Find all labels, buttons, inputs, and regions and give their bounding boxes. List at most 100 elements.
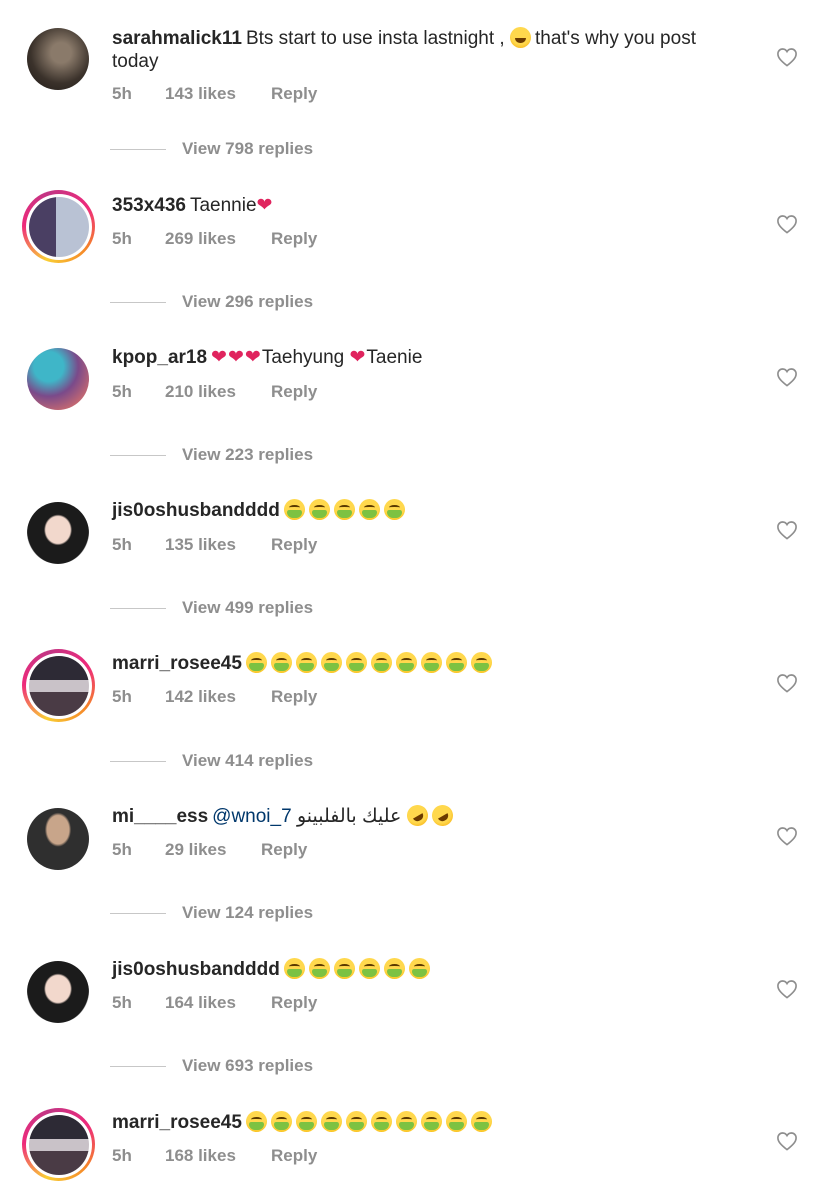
red-heart-emoji-icon: ❤	[244, 346, 261, 368]
comment-username[interactable]: sarahmalick11	[112, 28, 242, 49]
comment-meta: 5h 135 likes Reply	[112, 535, 317, 555]
comment-username[interactable]: marri_rosee45	[112, 653, 242, 674]
divider	[110, 454, 166, 456]
comment-likes[interactable]: 29 likes	[165, 840, 261, 860]
comment-username[interactable]: mi____ess	[112, 806, 208, 827]
view-replies-button[interactable]: View 223 replies	[110, 445, 313, 465]
heart-outline-icon[interactable]	[776, 1131, 798, 1151]
nauseated-face-emoji-icon	[270, 652, 292, 673]
reply-button[interactable]: Reply	[271, 993, 317, 1013]
nauseated-face-emoji-icon	[470, 652, 492, 673]
view-replies-label[interactable]: View 499 replies	[182, 598, 313, 618]
divider	[110, 148, 166, 150]
comment-username[interactable]: 353x436	[112, 195, 186, 216]
nauseated-face-emoji-icon	[308, 958, 330, 979]
nauseated-face-emoji-icon	[320, 1111, 342, 1132]
comment-likes[interactable]: 143 likes	[165, 84, 271, 104]
comment-meta: 5h 143 likes Reply	[112, 84, 317, 104]
avatar[interactable]	[22, 1108, 95, 1181]
divider	[110, 760, 166, 762]
heart-outline-icon[interactable]	[776, 214, 798, 234]
avatar[interactable]	[27, 348, 89, 410]
nauseated-face-emoji-icon	[358, 499, 380, 520]
red-heart-emoji-icon: ❤	[256, 194, 273, 216]
comment-time: 5h	[112, 1146, 132, 1165]
red-heart-emoji-icon: ❤	[349, 346, 366, 368]
avatar[interactable]	[27, 502, 89, 564]
comment-likes[interactable]: 269 likes	[165, 229, 271, 249]
view-replies-label[interactable]: View 124 replies	[182, 903, 313, 923]
comment-text: Taennie	[189, 195, 257, 216]
view-replies-button[interactable]: View 693 replies	[110, 1056, 313, 1076]
avatar[interactable]	[27, 808, 89, 870]
comment-meta: 5h 142 likes Reply	[112, 687, 317, 707]
comment-text: Bts start to use insta lastnight ,	[245, 28, 505, 49]
comment-meta: 5h 168 likes Reply	[112, 1146, 317, 1166]
nauseated-face-emoji-icon	[420, 1111, 442, 1132]
reply-button[interactable]: Reply	[271, 229, 317, 249]
nauseated-face-emoji-icon	[333, 958, 355, 979]
comment-meta: 5h 164 likes Reply	[112, 993, 317, 1013]
nauseated-face-emoji-icon	[333, 499, 355, 520]
reply-button[interactable]: Reply	[271, 1146, 317, 1166]
view-replies-label[interactable]: View 223 replies	[182, 445, 313, 465]
heart-outline-icon[interactable]	[776, 979, 798, 999]
reply-button[interactable]: Reply	[271, 382, 317, 402]
view-replies-button[interactable]: View 798 replies	[110, 139, 313, 159]
comment-username[interactable]: marri_rosee45	[112, 1112, 242, 1133]
reply-button[interactable]: Reply	[271, 687, 317, 707]
comment-time: 5h	[112, 84, 132, 103]
reply-button[interactable]: Reply	[261, 840, 307, 860]
avatar[interactable]	[27, 961, 89, 1023]
avatar[interactable]	[22, 649, 95, 722]
nauseated-face-emoji-icon	[283, 499, 305, 520]
view-replies-button[interactable]: View 414 replies	[110, 751, 313, 771]
view-replies-button[interactable]: View 296 replies	[110, 292, 313, 312]
nauseated-face-emoji-icon	[270, 1111, 292, 1132]
view-replies-button[interactable]: View 499 replies	[110, 598, 313, 618]
comment-time: 5h	[112, 840, 132, 859]
comment-time: 5h	[112, 535, 132, 554]
comment-likes[interactable]: 142 likes	[165, 687, 271, 707]
comment-text: today	[112, 51, 159, 72]
mention-link[interactable]: @wnoi_7	[212, 806, 292, 827]
reply-button[interactable]: Reply	[271, 84, 317, 104]
heart-outline-icon[interactable]	[776, 367, 798, 387]
avatar[interactable]	[22, 190, 95, 263]
divider	[110, 912, 166, 914]
nauseated-face-emoji-icon	[345, 652, 367, 673]
rolling-laughing-emoji-icon	[402, 801, 432, 830]
comment-time: 5h	[112, 382, 132, 401]
comment-time: 5h	[112, 229, 132, 248]
nauseated-face-emoji-icon	[420, 652, 442, 673]
view-replies-label[interactable]: View 693 replies	[182, 1056, 313, 1076]
comment-likes[interactable]: 168 likes	[165, 1146, 271, 1166]
avatar[interactable]	[27, 28, 89, 90]
nauseated-face-emoji-icon	[408, 958, 430, 979]
nauseated-face-emoji-icon	[345, 1111, 367, 1132]
comment-username[interactable]: kpop_ar18	[112, 347, 207, 368]
comment-likes[interactable]: 164 likes	[165, 993, 271, 1013]
comment-likes[interactable]: 135 likes	[165, 535, 271, 555]
comment-text: Taehyung	[261, 347, 345, 368]
nauseated-face-emoji-icon	[308, 499, 330, 520]
heart-outline-icon[interactable]	[776, 826, 798, 846]
comment-time: 5h	[112, 687, 132, 706]
view-replies-label[interactable]: View 798 replies	[182, 139, 313, 159]
heart-outline-icon[interactable]	[776, 47, 798, 67]
heart-outline-icon[interactable]	[776, 673, 798, 693]
view-replies-label[interactable]: View 414 replies	[182, 751, 313, 771]
view-replies-button[interactable]: View 124 replies	[110, 903, 313, 923]
nauseated-face-emoji-icon	[395, 652, 417, 673]
reply-button[interactable]: Reply	[271, 535, 317, 555]
comment-username[interactable]: jis0oshusbandddd	[112, 500, 280, 521]
comment-time: 5h	[112, 993, 132, 1012]
comment-username[interactable]: jis0oshusbandddd	[112, 959, 280, 980]
view-replies-label[interactable]: View 296 replies	[182, 292, 313, 312]
comment-likes[interactable]: 210 likes	[165, 382, 271, 402]
nauseated-face-emoji-icon	[445, 1111, 467, 1132]
nauseated-face-emoji-icon	[245, 652, 267, 673]
heart-outline-icon[interactable]	[776, 520, 798, 540]
comment-text: that's why you post	[534, 28, 696, 49]
nauseated-face-emoji-icon	[395, 1111, 417, 1132]
